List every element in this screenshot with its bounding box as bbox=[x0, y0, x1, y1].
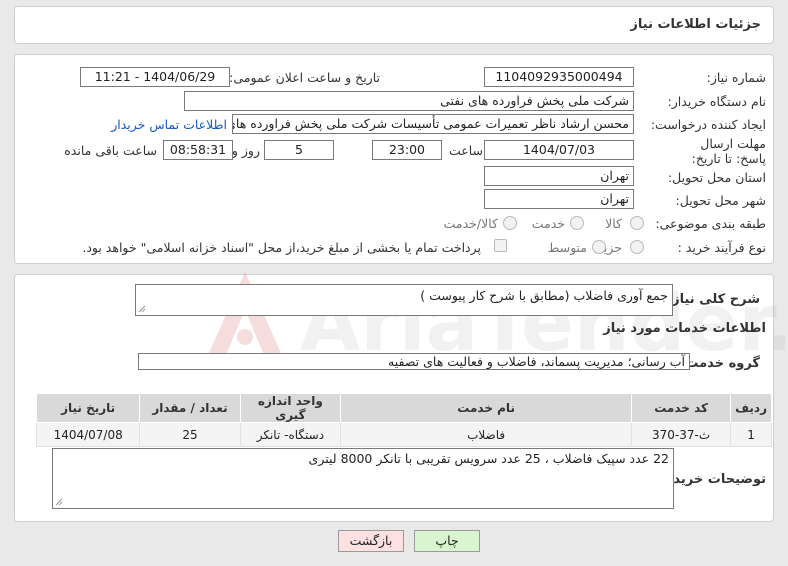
buyer-contact-link[interactable]: اطلاعات تماس خریدار bbox=[111, 117, 227, 132]
province-label: استان محل تحویل: bbox=[667, 170, 766, 185]
need-number-field: 1104092935000494 bbox=[484, 67, 634, 87]
buyer-org-label: نام دستگاه خریدار: bbox=[667, 94, 766, 109]
announce-field: 1404/06/29 - 11:21 bbox=[80, 67, 230, 87]
col-qty: تعداد / مقدار bbox=[139, 393, 241, 423]
group-label: گروه خدمت: bbox=[680, 356, 760, 371]
back-button[interactable]: بازگشت bbox=[338, 530, 404, 552]
remaining-time-field: 08:58:31 bbox=[163, 140, 233, 160]
summary-text: جمع آوری فاضلاب (مطابق با شرح کار پیوست … bbox=[420, 288, 668, 303]
print-button[interactable]: چاپ bbox=[414, 530, 480, 552]
announce-label: تاریخ و ساعت اعلان عمومی: bbox=[229, 70, 380, 85]
buyer-org-field: شرکت ملی پخش فراورده های نفتی bbox=[184, 91, 634, 111]
requester-label: ایجاد کننده درخواست: bbox=[650, 117, 766, 132]
category-goods-radio[interactable] bbox=[630, 216, 644, 230]
requester-field: محسن ارشاد ناظر تعمیرات عمومی تأسیسات شر… bbox=[232, 114, 634, 134]
treasury-checkbox[interactable] bbox=[494, 239, 507, 252]
category-service-label: خدمت bbox=[531, 216, 565, 231]
cell-name: فاضلاب bbox=[340, 422, 633, 447]
notes-field: 22 عدد سپیک فاضلاب ، 25 عدد سرویس تقریبی… bbox=[52, 448, 674, 509]
category-service-radio[interactable] bbox=[570, 216, 584, 230]
resize-handle-icon[interactable] bbox=[138, 305, 146, 313]
deadline-time-label: ساعت bbox=[448, 143, 483, 158]
cell-qty: 25 bbox=[139, 422, 241, 447]
category-goods-service-radio[interactable] bbox=[503, 216, 517, 230]
days-label: روز و bbox=[231, 143, 260, 158]
page-header: جزئیات اطلاعات نیاز bbox=[14, 6, 774, 44]
cell-unit: دستگاه- تانکر bbox=[239, 422, 342, 447]
payment-note: پرداخت تمام یا بخشی از مبلغ خرید،از محل … bbox=[82, 240, 481, 255]
process-medium-radio[interactable] bbox=[592, 240, 606, 254]
summary-label: شرح کلی نیاز: bbox=[666, 292, 760, 307]
category-goods-label: کالا bbox=[605, 216, 622, 231]
col-row: ردیف bbox=[730, 393, 772, 423]
process-medium-label: متوسط bbox=[547, 240, 587, 255]
notes-text: 22 عدد سپیک فاضلاب ، 25 عدد سرویس تقریبی… bbox=[308, 451, 669, 466]
resize-handle-icon[interactable] bbox=[55, 498, 63, 506]
deadline-label: مهلت ارسال پاسخ: تا تاریخ: bbox=[691, 136, 766, 166]
col-date: تاریخ نیاز bbox=[35, 393, 141, 423]
col-name: نام خدمت bbox=[340, 393, 633, 423]
summary-field: جمع آوری فاضلاب (مطابق با شرح کار پیوست … bbox=[135, 284, 673, 316]
col-code: کد خدمت bbox=[631, 393, 732, 423]
city-field: تهران bbox=[484, 189, 634, 209]
days-field: 5 bbox=[264, 140, 334, 160]
group-field: آب رسانی؛ مدیریت پسماند، فاضلاب و فعالیت… bbox=[138, 353, 690, 370]
table-row: 1 ث-37-370 فاضلاب دستگاه- تانکر 25 1404/… bbox=[35, 422, 772, 447]
table-header-row: ردیف کد خدمت نام خدمت واحد اندازه گیری ت… bbox=[35, 393, 772, 423]
cell-row: 1 bbox=[730, 422, 772, 447]
services-heading: اطلاعات خدمات مورد نیاز bbox=[603, 321, 766, 336]
process-minor-radio[interactable] bbox=[630, 240, 644, 254]
cell-code: ث-37-370 bbox=[631, 422, 732, 447]
deadline-date-field: 1404/07/03 bbox=[484, 140, 634, 160]
remaining-label: ساعت باقی مانده bbox=[64, 143, 157, 158]
process-label: نوع فرآیند خرید : bbox=[677, 240, 766, 255]
province-field: تهران bbox=[484, 166, 634, 186]
category-goods-service-label: کالا/خدمت bbox=[443, 216, 498, 231]
col-unit: واحد اندازه گیری bbox=[239, 393, 342, 423]
city-label: شهر محل تحویل: bbox=[675, 193, 766, 208]
need-number-label: شماره نیاز: bbox=[706, 70, 766, 85]
page-title: جزئیات اطلاعات نیاز bbox=[630, 17, 761, 32]
services-table: ردیف کد خدمت نام خدمت واحد اندازه گیری ت… bbox=[35, 393, 772, 447]
category-label: طبقه بندی موضوعی: bbox=[655, 216, 766, 231]
deadline-time-field: 23:00 bbox=[372, 140, 442, 160]
cell-date: 1404/07/08 bbox=[35, 422, 141, 447]
